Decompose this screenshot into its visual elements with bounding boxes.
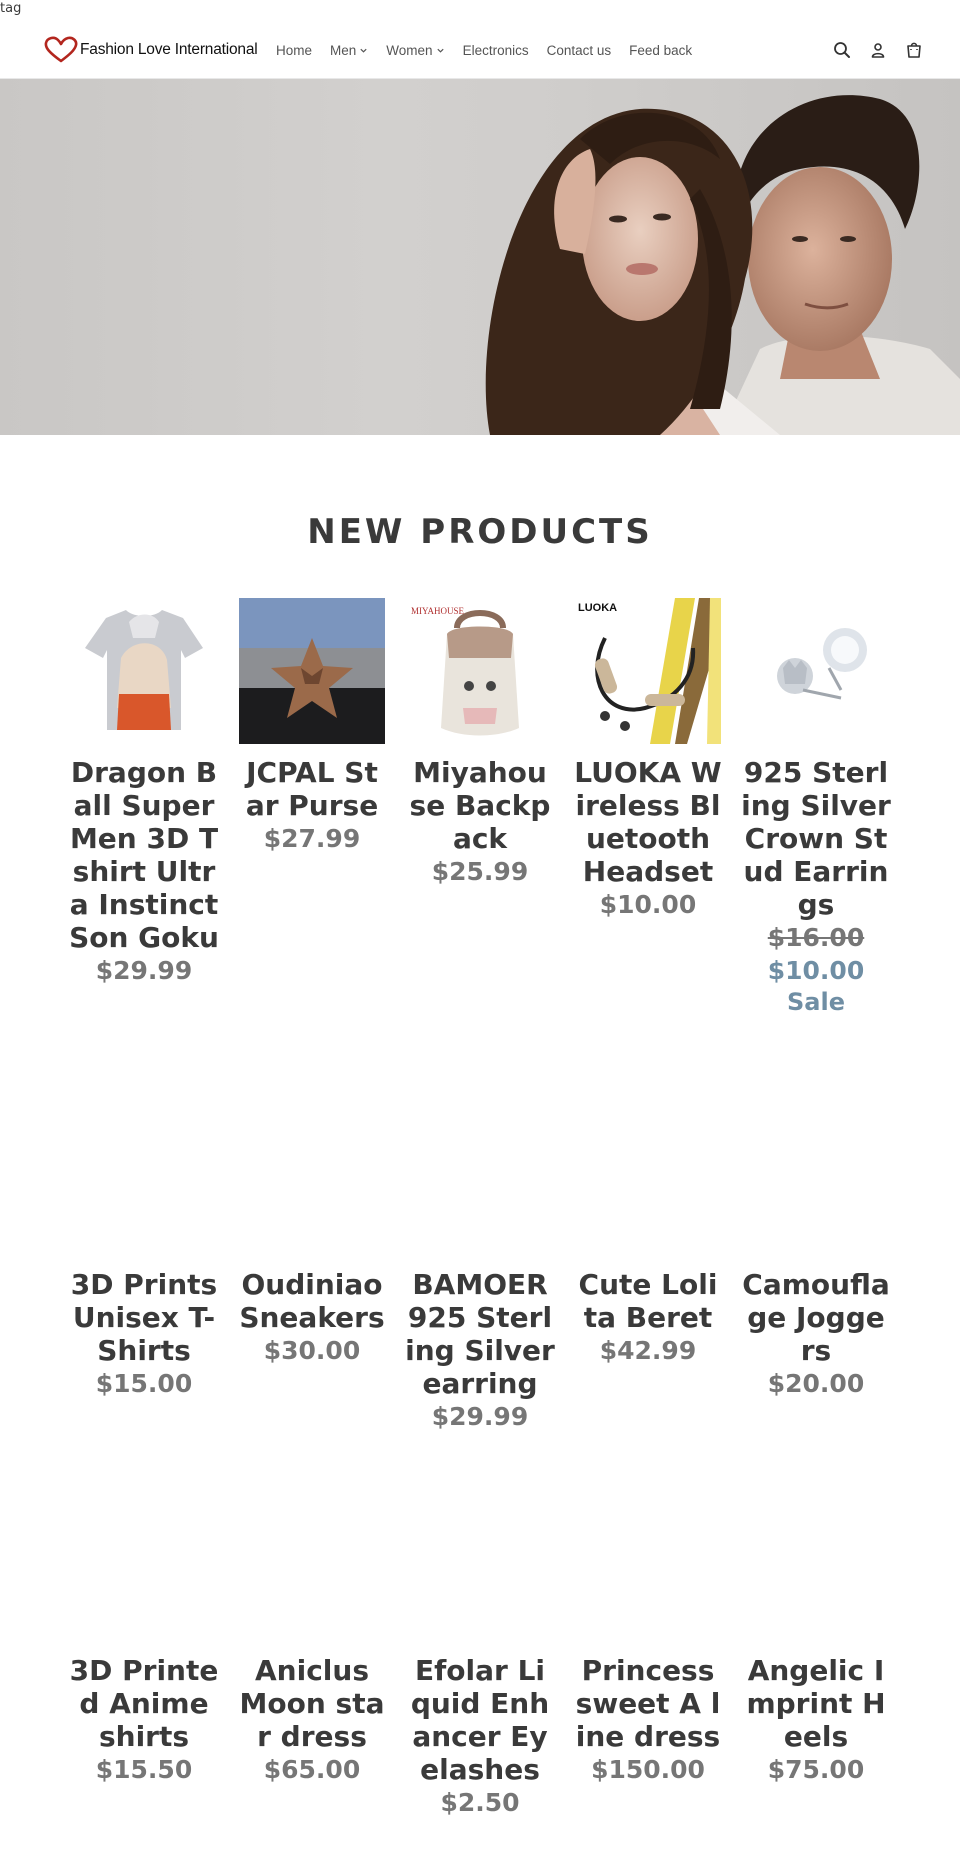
product-price: $15.50 <box>95 1755 193 1784</box>
product-price: $2.50 <box>440 1788 520 1817</box>
product-title: Oudiniao Sneakers <box>239 1268 385 1334</box>
site-logo[interactable]: Fashion Love International <box>44 32 258 68</box>
product-card[interactable]: Angelic Imprint Heels $75.00 <box>732 1654 900 1819</box>
product-price: $42.99 <box>599 1336 697 1365</box>
product-title: Princess sweet A line dress <box>575 1654 721 1753</box>
cat-backpack-image: MIYAHOUSE <box>407 598 553 744</box>
nav-men[interactable]: Men <box>330 43 368 58</box>
product-card[interactable]: BAMOER 925 Sterling Silver earring $29.9… <box>396 1268 564 1433</box>
product-title: Angelic Imprint Heels <box>746 1654 886 1753</box>
nav-home[interactable]: Home <box>276 43 312 58</box>
logo-text: Fashion Love International <box>80 41 258 58</box>
site-header: Fashion Love International Home Men Wome… <box>0 22 960 79</box>
nav-home-label: Home <box>276 42 313 58</box>
product-card[interactable]: 3D Prints Unisex T-Shirts $15.00 <box>60 1268 228 1433</box>
product-title: Miyahouse Backpack <box>409 756 551 855</box>
product-title: JCPAL Star Purse <box>245 756 379 822</box>
product-grid: 3D Prints Unisex T-Shirts $15.00 Oudinia… <box>60 1268 900 1433</box>
product-card[interactable]: Cute Lolita Beret $42.99 <box>564 1268 732 1433</box>
header-icons <box>832 22 924 78</box>
sale-badge: Sale <box>787 988 845 1016</box>
chevron-down-icon <box>360 48 367 53</box>
product-price: $30.00 <box>263 1336 361 1365</box>
product-title: 3D Printed Anime shirts <box>69 1654 219 1753</box>
product-title: 925 Sterling Silver Crown Stud Earrings <box>741 756 891 921</box>
nav-women[interactable]: Women <box>386 43 444 58</box>
nav-contact-label: Contact us <box>546 42 612 58</box>
product-price: $65.00 <box>263 1755 361 1784</box>
product-price: $150.00 <box>591 1755 705 1784</box>
product-card[interactable]: Princess sweet A line dress $150.00 <box>564 1654 732 1819</box>
nav-men-label: Men <box>330 42 357 58</box>
product-title: Efolar Liquid Enhancer Eyelashes <box>410 1654 550 1786</box>
bluetooth-headset-image: LUOKA <box>575 598 721 744</box>
star-purse-image <box>239 598 385 744</box>
product-card[interactable]: 925 Sterling Silver Crown Stud Earrings … <box>732 598 900 1017</box>
product-price: $10.00 <box>599 890 697 919</box>
product-card[interactable]: 3D Printed Anime shirts $15.50 <box>60 1654 228 1819</box>
heart-logo-icon <box>44 36 78 63</box>
product-card[interactable]: Aniclus Moon star dress $65.00 <box>228 1654 396 1819</box>
product-title: Aniclus Moon star dress <box>239 1654 385 1753</box>
product-title: 3D Prints Unisex T-Shirts <box>70 1268 218 1367</box>
nav-contact-us[interactable]: Contact us <box>547 43 612 58</box>
product-title: Cute Lolita Beret <box>578 1268 718 1334</box>
account-icon[interactable] <box>868 40 888 60</box>
page-tag-text: tag <box>0 1 22 16</box>
product-price: $29.99 <box>95 956 193 985</box>
tshirt-goku-image <box>71 598 217 744</box>
section-title: NEW PRODUCTS <box>307 512 653 552</box>
main-nav: Home Men Women Electronics Contact us Fe… <box>276 22 710 78</box>
product-card[interactable]: Camouflage Joggers $20.00 <box>732 1268 900 1433</box>
nav-feed-back[interactable]: Feed back <box>629 43 692 58</box>
product-sale-price: $10.00 <box>767 956 865 985</box>
product-price: $20.00 <box>767 1369 865 1398</box>
nav-feedback-label: Feed back <box>629 42 693 58</box>
product-card[interactable]: Oudiniao Sneakers $30.00 <box>228 1268 396 1433</box>
hero-banner-image <box>0 79 960 435</box>
headset-image-caption: LUOKA <box>578 602 617 614</box>
product-title: Camouflage Joggers <box>742 1268 890 1367</box>
stud-earrings-image <box>743 598 889 744</box>
product-price: $29.99 <box>431 1402 529 1431</box>
product-card[interactable]: LUOKA LUOKA Wireless Bluetooth Headset $… <box>564 598 732 1017</box>
nav-electronics-label: Electronics <box>462 42 529 58</box>
product-card[interactable]: MIYAHOUSE Miyahouse Backpack $25.99 <box>396 598 564 1017</box>
product-price: $27.99 <box>263 824 361 853</box>
nav-electronics[interactable]: Electronics <box>463 43 529 58</box>
product-price: $75.00 <box>767 1755 865 1784</box>
product-compare-price: $16.00 <box>767 923 865 952</box>
chevron-down-icon <box>436 48 444 53</box>
product-card[interactable]: Efolar Liquid Enhancer Eyelashes $2.50 <box>396 1654 564 1819</box>
product-title: LUOKA Wireless Bluetooth Headset <box>574 756 722 888</box>
product-grid: Dragon Ball Super Men 3D T shirt Ultra I… <box>60 598 900 1017</box>
product-title: Dragon Ball Super Men 3D T shirt Ultra I… <box>69 756 219 954</box>
product-grid: 3D Printed Anime shirts $15.50 Aniclus M… <box>60 1654 900 1819</box>
cart-icon[interactable] <box>904 40 924 60</box>
product-title: BAMOER 925 Sterling Silver earring <box>405 1268 555 1400</box>
product-price: $15.00 <box>95 1369 193 1398</box>
nav-women-label: Women <box>386 42 433 58</box>
product-price: $25.99 <box>431 857 529 886</box>
product-card[interactable]: JCPAL Star Purse $27.99 <box>228 598 396 1017</box>
couple-photo-illustration <box>485 95 960 435</box>
product-card[interactable]: Dragon Ball Super Men 3D T shirt Ultra I… <box>60 598 228 1017</box>
backpack-image-caption: MIYAHOUSE <box>411 606 465 616</box>
search-icon[interactable] <box>832 40 852 60</box>
